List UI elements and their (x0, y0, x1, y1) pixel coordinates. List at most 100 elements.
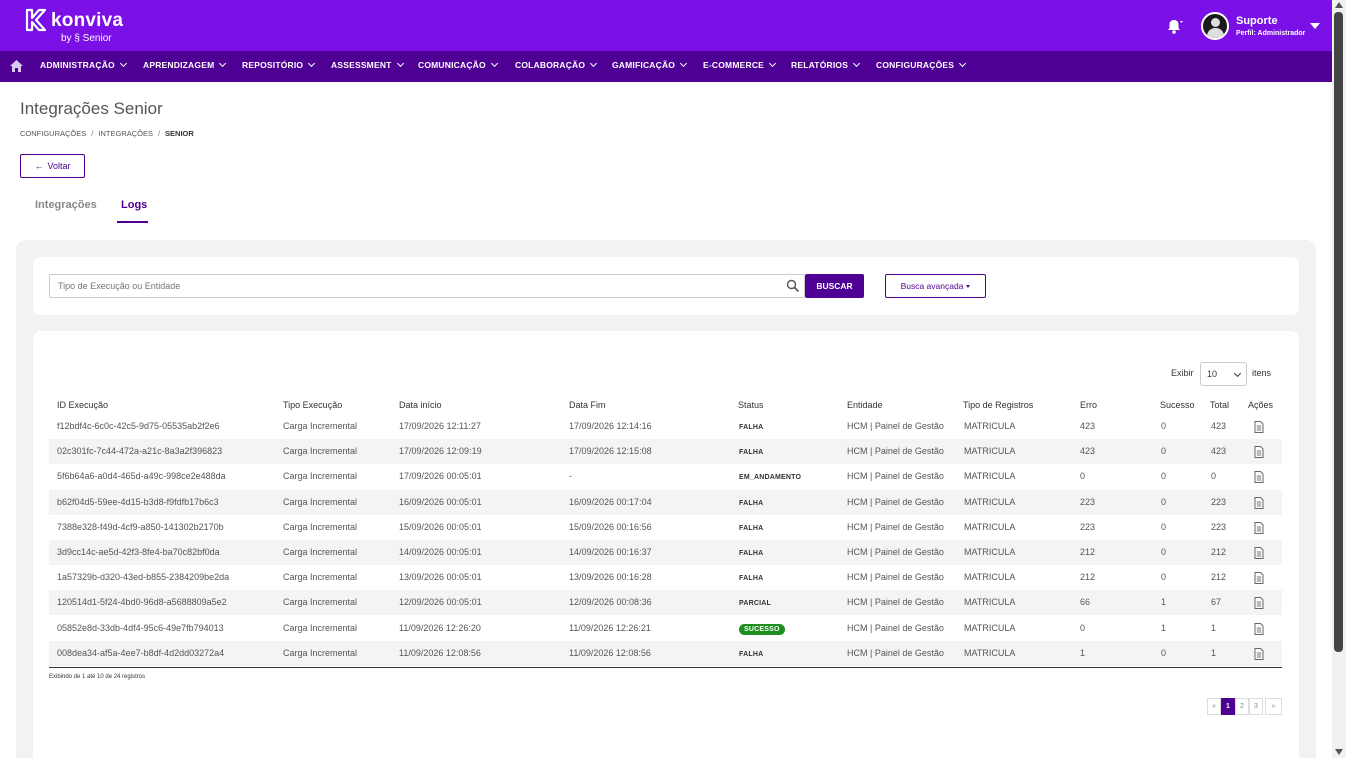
nav-label: GAMIFICAÇÃO (612, 60, 676, 70)
scrollbar-thumb[interactable] (1334, 12, 1343, 652)
nav-item-gamificacao[interactable]: GAMIFICAÇÃO (612, 51, 688, 82)
search-input[interactable] (49, 274, 805, 298)
cell-erro: 1 (1080, 647, 1086, 658)
advanced-search-button[interactable]: Busca avançada (885, 274, 986, 298)
cell-tipo-registros: MATRICULA (964, 521, 1016, 532)
breadcrumb-separator: / (157, 129, 161, 138)
column-header-id[interactable]: ID Execução (57, 400, 108, 410)
chevron-down-icon (490, 59, 498, 68)
arrow-left-icon: ← (34, 161, 44, 171)
cell-id: 02c301fc-7c44-472a-a21c-8a3a2f396823 (57, 446, 223, 457)
cell-tipo-execucao: Carga Incremental (283, 647, 358, 658)
top-header: konviva by § Senior Suporte Perfil: Admi… (0, 0, 1332, 51)
view-log-document-icon[interactable] (1254, 597, 1264, 610)
column-header-data-fim[interactable]: Data Fim (569, 400, 606, 410)
cell-tipo-execucao: Carga Incremental (283, 622, 358, 633)
view-log-document-icon[interactable] (1254, 496, 1264, 509)
table-divider (49, 667, 1282, 668)
column-header-status[interactable]: Status (738, 400, 764, 410)
cell-tipo-execucao: Carga Incremental (283, 597, 358, 608)
pagination-page-1[interactable]: 1 (1221, 698, 1235, 715)
pagination-last[interactable]: » (1265, 698, 1282, 715)
table-row: 3d9cc14c-ae5d-42f3-8fe4-ba70c82bf0da Carg… (49, 540, 1282, 565)
cell-status: FALHA (739, 439, 763, 464)
user-role: Perfil: Administrador (1236, 30, 1306, 37)
column-header-entidade[interactable]: Entidade (847, 400, 883, 410)
chevron-down-icon (590, 59, 598, 68)
breadcrumb-item-integracoes[interactable]: INTEGRAÇÕES (98, 129, 153, 138)
logo-name: konviva (51, 10, 124, 31)
cell-total: 1 (1211, 622, 1217, 633)
user-menu-caret-icon[interactable] (1310, 23, 1320, 29)
nav-item-configuracoes[interactable]: CONFIGURAÇÕES (876, 51, 967, 82)
chevron-down-icon (1233, 369, 1242, 378)
cell-erro: 212 (1080, 572, 1096, 583)
column-header-sucesso[interactable]: Sucesso (1160, 400, 1195, 410)
cell-data-inicio: 17/09/2026 12:09:19 (399, 446, 482, 457)
cell-status: EM_ANDAMENTO (739, 464, 801, 489)
cell-tipo-registros: MATRICULA (964, 496, 1016, 507)
breadcrumb-item-configuracoes[interactable]: CONFIGURAÇÕES (20, 129, 86, 138)
cell-tipo-execucao: Carga Incremental (283, 496, 358, 507)
notification-bell-icon[interactable] (1164, 16, 1184, 36)
status-badge: PARCIAL (739, 600, 771, 608)
home-icon[interactable] (10, 60, 23, 72)
cell-status: FALHA (739, 414, 763, 439)
breadcrumb-separator: / (91, 129, 94, 138)
user-name[interactable]: Suporte (1236, 15, 1278, 27)
cell-tipo-registros: MATRICULA (964, 446, 1016, 457)
cell-data-inicio: 17/09/2026 12:11:27 (399, 421, 481, 431)
cell-tipo-execucao: Carga Incremental (283, 547, 358, 557)
cell-total: 67 (1211, 597, 1222, 608)
page-size-select[interactable]: 10 (1200, 362, 1247, 386)
view-log-document-icon[interactable] (1254, 647, 1264, 660)
konviva-logo-icon (25, 8, 46, 32)
user-avatar[interactable] (1201, 12, 1229, 40)
cell-sucesso: 0 (1161, 446, 1167, 457)
view-log-document-icon[interactable] (1254, 446, 1264, 459)
cell-tipo-registros: MATRICULA (964, 421, 1016, 431)
cell-sucesso: 0 (1161, 547, 1167, 557)
cell-erro: 0 (1080, 622, 1086, 633)
status-badge: FALHA (739, 499, 764, 507)
column-header-erro[interactable]: Erro (1080, 400, 1097, 410)
nav-item-assessment[interactable]: ASSESSMENT (331, 51, 404, 82)
tab-logs[interactable]: Logs (121, 199, 147, 211)
nav-item-repositorio[interactable]: REPOSITÓRIO (242, 51, 316, 82)
column-header-data-inicio[interactable]: Data início (399, 400, 442, 410)
cell-data-inicio: 15/09/2026 00:05:01 (399, 521, 482, 532)
nav-item-administracao[interactable]: ADMINISTRAÇÃO (40, 51, 127, 82)
cell-sucesso: 0 (1161, 471, 1167, 482)
column-header-total[interactable]: Total (1210, 400, 1229, 410)
view-log-document-icon[interactable] (1254, 572, 1264, 585)
nav-item-colaboracao[interactable]: COLABORAÇÃO (515, 51, 598, 82)
cell-status: FALHA (739, 540, 763, 565)
pagination-first[interactable]: « (1207, 698, 1221, 715)
cell-tipo-execucao: Carga Incremental (283, 572, 358, 583)
nav-label: ADMINISTRAÇÃO (40, 60, 115, 70)
tab-integracoes[interactable]: Integrações (35, 199, 97, 211)
view-log-document-icon[interactable] (1254, 547, 1264, 559)
column-header-tipo-execucao[interactable]: Tipo Execução (283, 400, 342, 410)
nav-item-ecommerce[interactable]: E-COMMERCE (703, 51, 777, 82)
nav-item-comunicacao[interactable]: COMUNICAÇÃO (418, 51, 498, 82)
search-icon[interactable] (786, 279, 800, 293)
status-badge: FALHA (739, 575, 764, 583)
chevron-down-icon (768, 59, 777, 68)
view-log-document-icon[interactable] (1254, 622, 1264, 635)
view-log-document-icon[interactable] (1254, 421, 1264, 433)
view-log-document-icon[interactable] (1254, 521, 1264, 534)
scroll-up-arrow-icon[interactable] (1335, 2, 1343, 8)
nav-label: REPOSITÓRIO (242, 60, 304, 70)
pagination-page-2[interactable]: 2 (1235, 698, 1249, 715)
back-button[interactable]: ← Voltar (20, 154, 85, 178)
view-log-document-icon[interactable] (1254, 471, 1264, 484)
column-header-tipo-registros[interactable]: Tipo de Registros (963, 400, 1033, 410)
search-button[interactable]: BUSCAR (805, 274, 864, 298)
cell-total: 1 (1211, 647, 1217, 658)
pagination-page-3[interactable]: 3 (1249, 698, 1263, 715)
records-info: Exibindo de 1 até 10 de 24 registros (49, 674, 146, 680)
nav-item-aprendizagem[interactable]: APRENDIZAGEM (143, 51, 227, 82)
scroll-down-arrow-icon[interactable] (1335, 749, 1343, 755)
nav-item-relatorios[interactable]: RELATÓRIOS (791, 51, 861, 82)
